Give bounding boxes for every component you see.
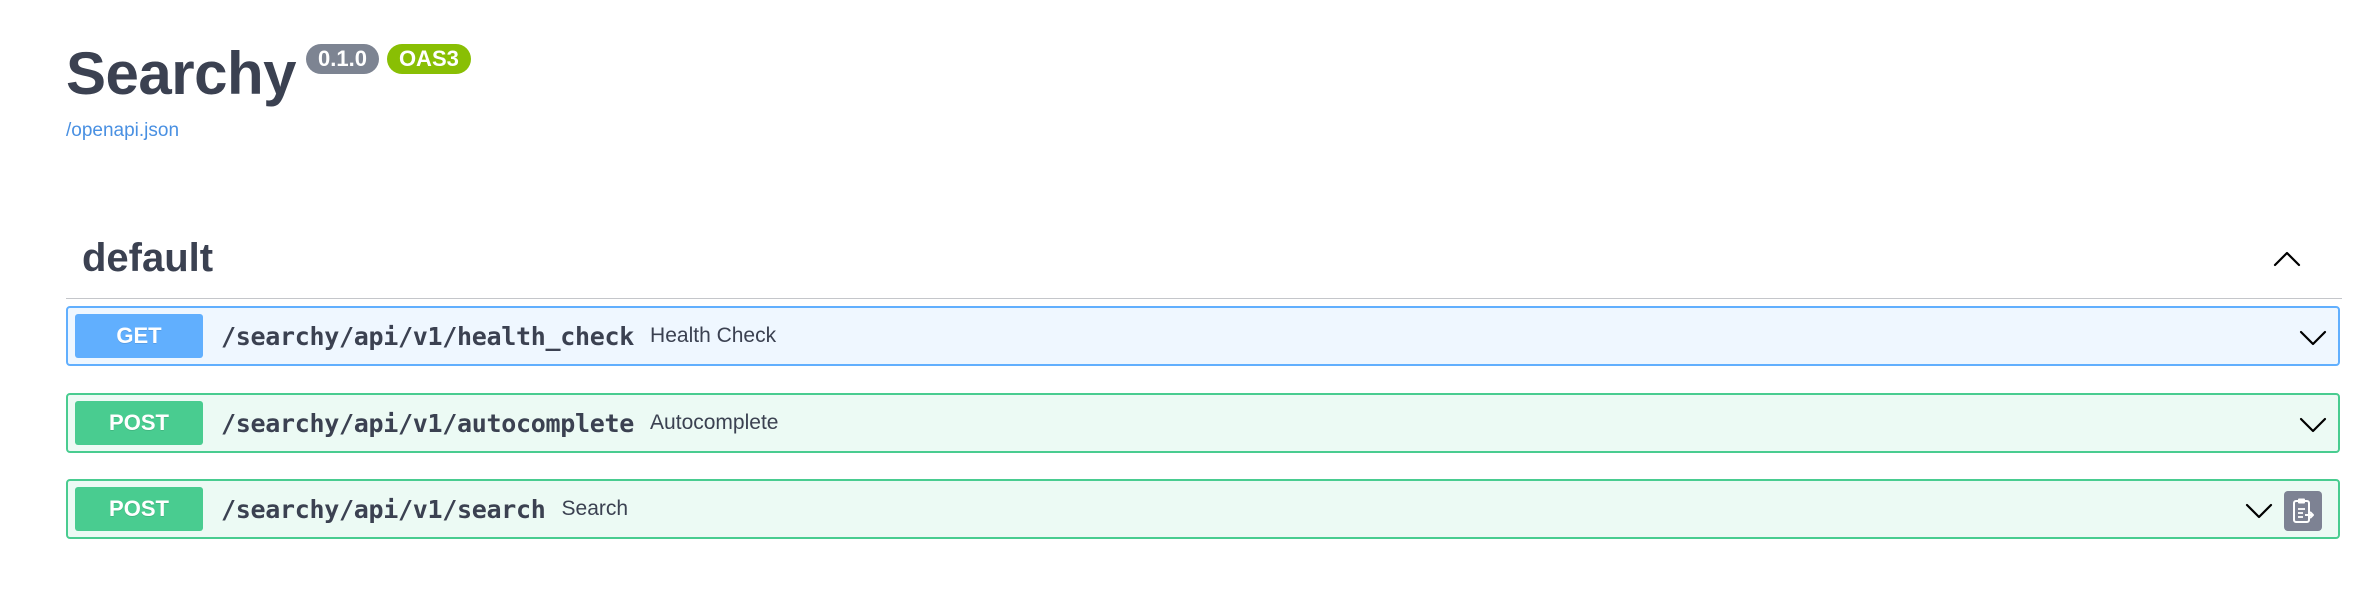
operation-summary: Autocomplete xyxy=(650,411,779,434)
operation-summary: Search xyxy=(561,497,629,520)
method-badge: POST xyxy=(75,487,203,531)
openapi-json-link[interactable]: /openapi.json xyxy=(66,120,471,142)
clipboard-copy-icon xyxy=(2293,498,2314,523)
method-badge: POST xyxy=(75,401,203,445)
version-badge: 0.1.0 xyxy=(306,44,379,74)
operation-path: /searchy/api/v1/autocomplete xyxy=(221,408,635,438)
chevron-down-icon[interactable] xyxy=(2298,409,2328,439)
chevron-down-icon[interactable] xyxy=(2298,322,2328,352)
oas-badge: OAS3 xyxy=(386,44,471,74)
title-row: Searchy 0.1.0 OAS3 xyxy=(66,36,471,112)
operation-summary: Health Check xyxy=(650,324,777,347)
chevron-up-icon[interactable] xyxy=(2272,244,2302,274)
operation-autocomplete[interactable]: POST /searchy/api/v1/autocomplete Autoco… xyxy=(66,393,2340,453)
operation-search[interactable]: POST /searchy/api/v1/search Search xyxy=(66,479,2340,539)
copy-to-clipboard-button[interactable] xyxy=(2284,491,2322,531)
tag-header-default[interactable]: default xyxy=(66,218,2342,299)
operation-path: /searchy/api/v1/search xyxy=(221,494,546,524)
chevron-down-icon[interactable] xyxy=(2244,495,2274,525)
tag-name: default xyxy=(82,235,214,280)
api-title: Searchy xyxy=(66,40,297,107)
method-badge: GET xyxy=(75,314,203,358)
operation-health-check[interactable]: GET /searchy/api/v1/health_check Health … xyxy=(66,306,2340,366)
api-info: Searchy 0.1.0 OAS3 /openapi.json xyxy=(66,36,471,142)
operation-path: /searchy/api/v1/health_check xyxy=(221,321,635,351)
swagger-ui: Searchy 0.1.0 OAS3 /openapi.json default… xyxy=(0,0,2358,612)
